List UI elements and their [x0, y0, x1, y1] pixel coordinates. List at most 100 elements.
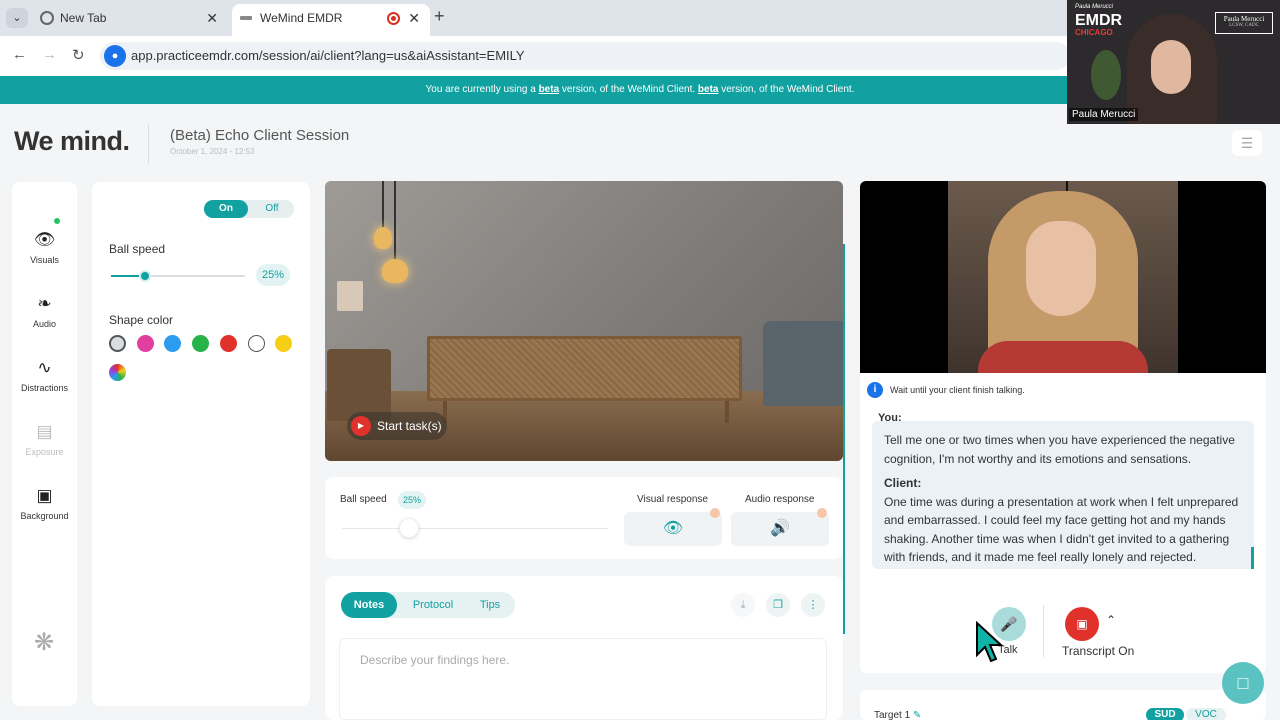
mouse-cursor-icon [976, 621, 1003, 663]
client-avatar-video [860, 181, 1266, 373]
slider-handle[interactable] [398, 518, 419, 538]
color-swatch-pink[interactable] [136, 335, 154, 352]
color-swatch-red[interactable] [219, 335, 237, 352]
panel-divider [843, 244, 845, 634]
toggle-on[interactable]: On [204, 200, 248, 218]
ear-icon: ❧ [37, 294, 52, 313]
scene-sofa [763, 321, 843, 406]
more-options-icon[interactable]: ⋮ [801, 593, 825, 617]
tab-notes[interactable]: Notes [341, 592, 397, 618]
notification-dot [710, 508, 720, 518]
eye-icon: 👁 [662, 520, 684, 537]
reload-icon[interactable]: ↻ [72, 46, 85, 64]
chrome-icon [40, 11, 54, 25]
notification-dot [817, 508, 827, 518]
header-divider [148, 124, 149, 164]
tab-protocol[interactable]: Protocol [401, 592, 465, 618]
loading-spinner-icon: ❋ [34, 629, 55, 656]
forward-arrow-icon[interactable]: → [42, 46, 57, 63]
sidebar: 👁 Visuals ❧ Audio ∿ Distractions ▤ Expos… [12, 182, 77, 706]
voc-tab[interactable]: VOC [1186, 708, 1226, 720]
color-swatch-white[interactable] [247, 335, 265, 352]
scene-sideboard [427, 336, 742, 401]
visuals-toggle[interactable]: On Off [204, 200, 294, 218]
wemind-logo: We mind. [14, 126, 130, 156]
eye-icon: 👁 [33, 230, 56, 249]
bilateral-stimulation-video[interactable]: ▶ Start task(s) [325, 181, 843, 461]
transcript-scrollbar[interactable] [1251, 547, 1254, 569]
toggle-off[interactable]: Off [252, 200, 292, 218]
color-swatch-gray[interactable] [109, 335, 126, 352]
close-tab-icon[interactable]: ✕ [206, 4, 218, 32]
ball-speed-slider[interactable] [111, 270, 245, 282]
target-label: Target 1 ✎ [874, 710, 922, 720]
page-title: (Beta) Echo Client Session [170, 127, 350, 144]
pendant-lamp [382, 259, 408, 283]
client-message: One time was during a presentation at wo… [884, 494, 1239, 565]
transcript-label: Transcript On [1062, 644, 1135, 658]
close-tab-icon[interactable]: ✕ [408, 4, 420, 32]
microphone-icon[interactable]: ● [104, 45, 126, 67]
plant-image [1091, 50, 1121, 100]
active-status-dot [54, 218, 60, 224]
url-text: app.practiceemdr.com/session/ai/client?l… [131, 48, 525, 63]
tab-tips[interactable]: Tips [469, 592, 511, 618]
sidebar-item-background[interactable]: ▣ Background [12, 486, 77, 521]
visual-response-label: Visual response [637, 494, 708, 505]
shape-color-label: Shape color [109, 313, 174, 327]
sidebar-item-exposure[interactable]: ▤ Exposure [12, 422, 77, 457]
image-icon: ▣ [36, 486, 53, 505]
back-arrow-icon[interactable]: ← [12, 46, 27, 63]
presenter-sign: Paula Merucci LCSW, CADC [1215, 12, 1273, 34]
notes-textarea[interactable]: Describe your findings here. [339, 638, 827, 720]
pencil-icon: ✎ [912, 710, 922, 720]
notes-panel: Notes Protocol Tips ⤓ ❐ ⋮ Describe your … [325, 576, 843, 720]
beta-link[interactable]: beta [698, 84, 719, 95]
document-icon: ▣ [1076, 617, 1088, 631]
beta-link[interactable]: beta [539, 84, 560, 95]
status-message: i Wait until your client finish talking. [860, 377, 1266, 403]
chat-support-icon[interactable]: □ [1222, 662, 1264, 704]
emdr-chicago-logo: EMDR CHICAGO [1075, 12, 1123, 37]
start-tasks-button[interactable]: ▶ Start task(s) [347, 412, 447, 440]
pendant-lamp [374, 227, 392, 249]
webcam-overlay: Paula Merucci EMDR CHICAGO Paula Merucci L… [1067, 0, 1280, 124]
slider-handle[interactable] [138, 270, 151, 282]
audio-response-label: Audio response [745, 494, 815, 505]
client-panel: i Wait until your client finish talking.… [860, 181, 1266, 673]
transcript-button[interactable]: ▣ [1065, 607, 1099, 641]
ball-speed-slider-secondary[interactable] [342, 518, 608, 538]
copy-icon[interactable]: ❐ [766, 593, 790, 617]
tab-new-tab[interactable]: New Tab ✕ [32, 4, 228, 36]
ball-speed-value: 25% [398, 491, 426, 509]
url-field[interactable]: ● app.practiceemdr.com/session/ai/client… [100, 42, 1070, 70]
presenter-name-tag: Paula Merucci [1069, 108, 1139, 121]
color-swatch-rainbow[interactable] [109, 364, 126, 381]
color-swatch-green[interactable] [192, 335, 210, 352]
color-swatch-blue[interactable] [164, 335, 182, 352]
you-message: Tell me one or two times when you have e… [884, 433, 1235, 466]
wemind-favicon-icon [240, 16, 252, 20]
chevron-up-icon[interactable]: ⌃ [1106, 613, 1116, 627]
new-tab-plus-icon[interactable]: + [434, 6, 445, 27]
tab-search-chevron-icon[interactable]: ⌄ [6, 8, 28, 28]
transcript-box[interactable]: Tell me one or two times when you have e… [872, 421, 1254, 569]
visual-response-button[interactable]: 👁 [624, 512, 722, 546]
hamburger-menu-icon[interactable]: ☰ [1232, 130, 1262, 156]
speaker-icon: 🔊 [770, 520, 790, 537]
client-label: Client: [884, 476, 922, 490]
audio-response-button[interactable]: 🔊 [731, 512, 829, 546]
recording-icon [387, 12, 400, 25]
sidebar-item-distractions[interactable]: ∿ Distractions [12, 358, 77, 393]
sidebar-item-visuals[interactable]: 👁 Visuals [12, 230, 77, 265]
tab-wemind-emdr[interactable]: WeMind EMDR ✕ [232, 4, 430, 36]
sidebar-item-audio[interactable]: ❧ Audio [12, 294, 77, 329]
divider [1043, 605, 1044, 657]
download-icon[interactable]: ⤓ [731, 593, 755, 617]
sud-tab[interactable]: SUD [1146, 708, 1184, 720]
ball-speed-label: Ball speed [340, 494, 387, 505]
color-swatch-yellow[interactable] [275, 335, 293, 352]
notes-tabs: Notes Protocol Tips [341, 592, 515, 618]
scene-basket [327, 349, 391, 421]
images-icon: ▤ [36, 422, 53, 441]
